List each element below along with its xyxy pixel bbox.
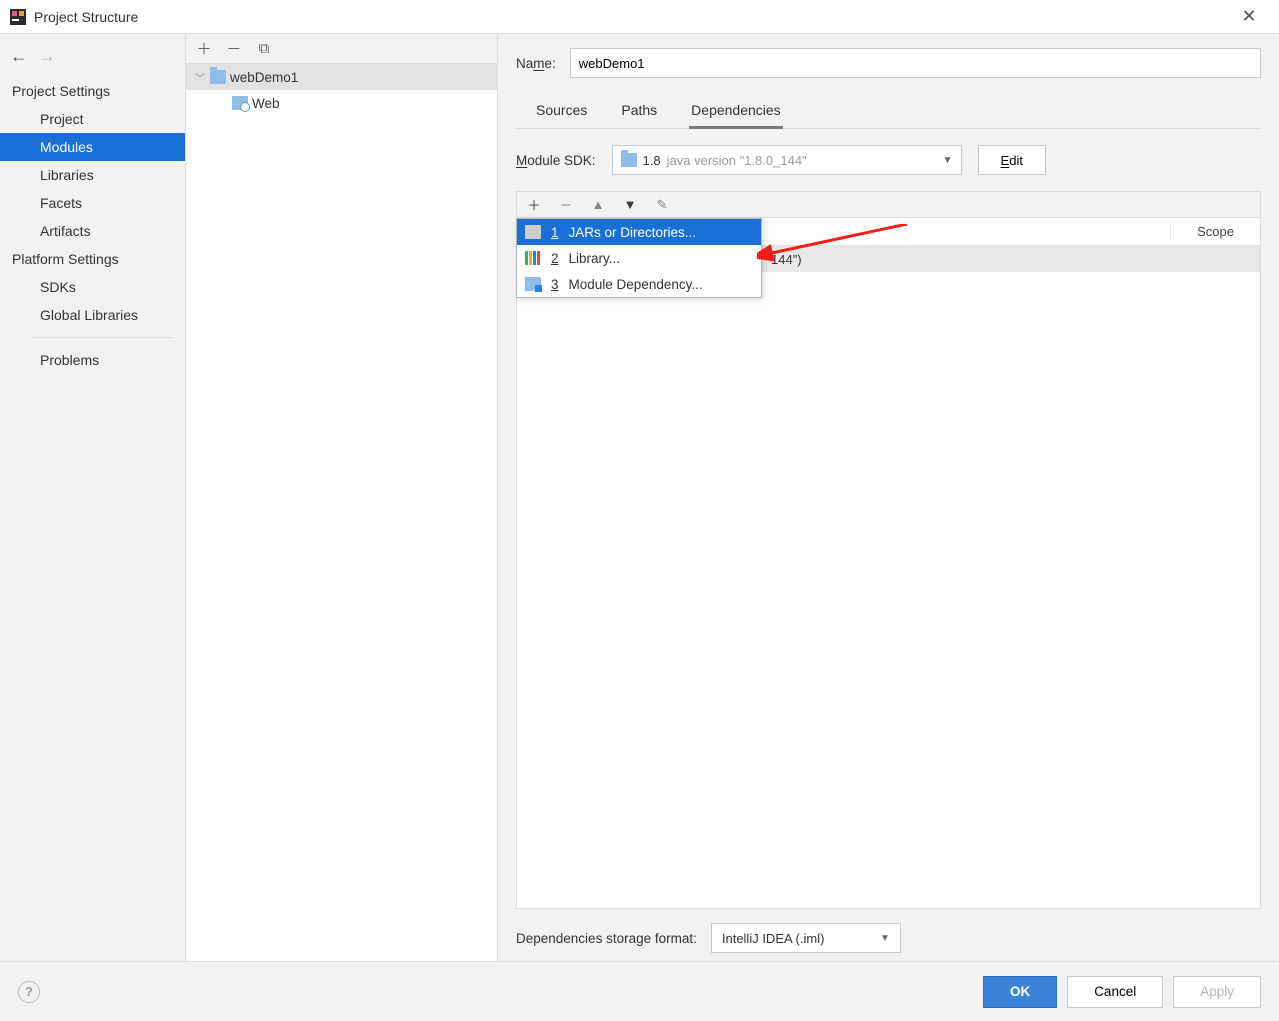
module-name-input[interactable] <box>570 48 1261 78</box>
library-icon <box>525 251 541 265</box>
sdk-version: 1.8 <box>643 153 661 168</box>
deps-row-text: 144") <box>771 252 802 267</box>
close-icon[interactable]: ✕ <box>1229 6 1269 27</box>
name-label: Name: <box>516 56 556 71</box>
module-tree-pane: ＋ － ⧉ ﹀ webDemo1 Web <box>186 34 498 961</box>
storage-value: IntelliJ IDEA (.iml) <box>722 931 825 946</box>
edit-sdk-button[interactable]: Edit <box>978 145 1046 175</box>
module-tabs: Sources Paths Dependencies <box>516 96 1261 129</box>
add-dependency-popup: 1 JARs or Directories... 2 Library... 3 … <box>516 218 762 298</box>
caret-down-icon: ▼ <box>943 155 953 166</box>
storage-format-combo[interactable]: IntelliJ IDEA (.iml) ▼ <box>711 923 901 953</box>
deps-add-icon[interactable]: ＋ <box>527 195 541 214</box>
tree-row-root[interactable]: ﹀ webDemo1 <box>186 64 497 90</box>
module-dep-icon <box>525 277 541 291</box>
deps-down-icon[interactable]: ▼ <box>623 197 637 212</box>
popup-library[interactable]: 2 Library... <box>517 245 761 271</box>
nav-libraries[interactable]: Libraries <box>0 161 185 189</box>
cancel-button[interactable]: Cancel <box>1067 976 1163 1008</box>
copy-icon[interactable]: ⧉ <box>256 40 272 57</box>
tree-toolbar: ＋ － ⧉ <box>186 34 497 64</box>
nav-facets[interactable]: Facets <box>0 189 185 217</box>
remove-icon[interactable]: － <box>226 38 242 59</box>
popup-jars[interactable]: 1 JARs or Directories... <box>517 219 761 245</box>
deps-header-scope: Scope <box>1170 224 1260 239</box>
section-project-settings: Project Settings <box>0 77 185 105</box>
module-tree[interactable]: ﹀ webDemo1 Web <box>186 64 497 961</box>
nav-sdks[interactable]: SDKs <box>0 273 185 301</box>
module-sdk-label: Module SDK: <box>516 153 596 168</box>
sdk-folder-icon <box>621 153 637 167</box>
chevron-down-icon[interactable]: ﹀ <box>194 70 206 85</box>
module-sdk-combo[interactable]: 1.8 java version "1.8.0_144" ▼ <box>612 145 962 175</box>
deps-up-icon[interactable]: ▲ <box>591 197 605 212</box>
nav-project[interactable]: Project <box>0 105 185 133</box>
sdk-extra: java version "1.8.0_144" <box>667 153 807 168</box>
module-editor: Name: Sources Paths Dependencies Module … <box>498 34 1279 961</box>
tree-row-child[interactable]: Web <box>186 90 497 116</box>
section-platform-settings: Platform Settings <box>0 245 185 273</box>
tab-dependencies[interactable]: Dependencies <box>689 96 783 128</box>
help-icon[interactable]: ? <box>18 981 40 1003</box>
nav-separator <box>32 337 173 338</box>
app-icon <box>10 9 26 25</box>
nav-problems[interactable]: Problems <box>0 346 185 374</box>
apply-button[interactable]: Apply <box>1173 976 1261 1008</box>
tab-paths[interactable]: Paths <box>619 96 659 128</box>
back-icon[interactable]: ← <box>10 46 28 67</box>
deps-body[interactable]: 144") <box>517 246 1260 908</box>
tree-root-label: webDemo1 <box>230 70 298 85</box>
module-folder-icon <box>210 70 226 84</box>
popup-module-dep[interactable]: 3 Module Dependency... <box>517 271 761 297</box>
tab-sources[interactable]: Sources <box>534 96 589 128</box>
nav-modules[interactable]: Modules <box>0 133 185 161</box>
dialog-footer: ? OK Cancel Apply <box>0 961 1279 1021</box>
add-icon[interactable]: ＋ <box>196 38 212 59</box>
jar-icon <box>525 225 541 239</box>
caret-down-icon: ▼ <box>880 933 890 944</box>
web-facet-icon <box>232 96 248 110</box>
nav-artifacts[interactable]: Artifacts <box>0 217 185 245</box>
ok-button[interactable]: OK <box>983 976 1057 1008</box>
deps-edit-icon[interactable]: ✎ <box>655 197 669 213</box>
titlebar: Project Structure ✕ <box>0 0 1279 34</box>
deps-remove-icon[interactable]: － <box>559 195 573 214</box>
left-nav: ← → Project Settings Project Modules Lib… <box>0 34 186 961</box>
dependencies-table: ＋ － ▲ ▼ ✎ 1 JARs or Directories... 2 Lib… <box>516 191 1261 909</box>
tree-child-label: Web <box>252 96 280 111</box>
storage-label: Dependencies storage format: <box>516 931 697 946</box>
nav-global-libraries[interactable]: Global Libraries <box>0 301 185 329</box>
forward-icon[interactable]: → <box>38 46 56 67</box>
deps-toolbar: ＋ － ▲ ▼ ✎ <box>517 192 1260 218</box>
window-title: Project Structure <box>34 9 1229 25</box>
